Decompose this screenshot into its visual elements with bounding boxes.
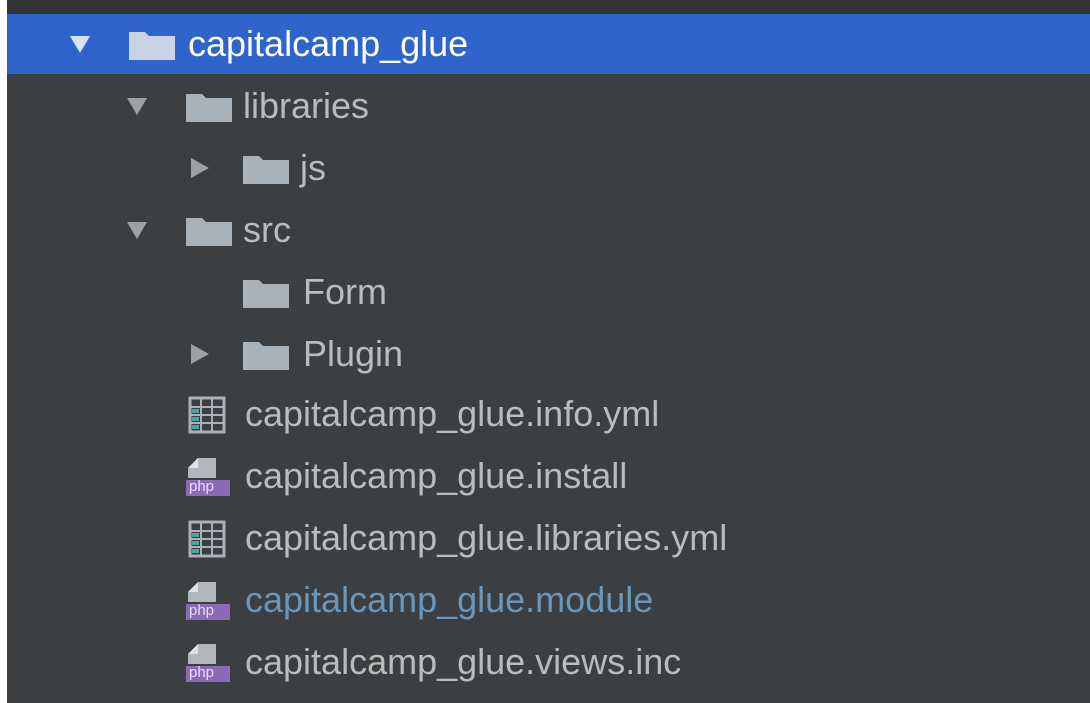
tree-node-label: capitalcamp_glue: [188, 23, 469, 64]
php-file-icon: php: [186, 582, 230, 620]
expand-arrow-down-icon[interactable]: [127, 222, 147, 239]
php-badge-label: php: [189, 602, 215, 619]
tree-node-install[interactable]: php capitalcamp_glue.install: [7, 446, 1090, 506]
folder-icon: [186, 92, 232, 122]
tree-node-label: libraries: [243, 85, 370, 126]
yml-file-icon: [186, 520, 230, 558]
tree-node-label: Plugin: [303, 333, 404, 374]
expand-arrow-down-icon[interactable]: [70, 36, 90, 53]
tree-node-info-yml[interactable]: capitalcamp_glue.info.yml: [7, 384, 1090, 444]
php-badge-label: php: [189, 478, 215, 495]
tree-node-form[interactable]: Form: [7, 262, 1090, 322]
yml-file-icon: [186, 396, 230, 434]
panel-top-edge: [7, 0, 1090, 14]
tree-node-label: capitalcamp_glue.libraries.yml: [245, 517, 728, 558]
tree-node-libraries-yml[interactable]: capitalcamp_glue.libraries.yml: [7, 508, 1090, 568]
folder-icon: [186, 216, 232, 246]
folder-icon: [243, 278, 289, 308]
tree-node-label: capitalcamp_glue.module: [245, 579, 654, 620]
folder-icon: [243, 340, 289, 370]
php-file-icon: php: [186, 458, 230, 496]
tree-node-js[interactable]: js: [7, 138, 1090, 198]
tree-node-label: Form: [303, 271, 387, 312]
project-tree-panel: capitalcamp_glue libraries js src Form P…: [7, 0, 1090, 703]
tree-node-label: capitalcamp_glue.install: [245, 455, 628, 496]
expand-arrow-down-icon[interactable]: [127, 98, 147, 115]
tree-node-label: capitalcamp_glue.info.yml: [245, 393, 660, 434]
tree-node-plugin[interactable]: Plugin: [7, 324, 1090, 384]
php-file-icon: php: [186, 644, 230, 682]
expand-arrow-right-icon[interactable]: [191, 158, 209, 178]
php-badge-label: php: [189, 664, 215, 681]
tree-node-module[interactable]: php capitalcamp_glue.module: [7, 570, 1090, 630]
tree-node-capitalcamp-glue[interactable]: capitalcamp_glue: [7, 14, 1090, 74]
folder-icon: [129, 30, 175, 60]
tree-node-src[interactable]: src: [7, 200, 1090, 260]
folder-icon: [243, 154, 289, 184]
tree-node-label: js: [300, 147, 326, 188]
tree-node-label: capitalcamp_glue.views.inc: [245, 641, 682, 682]
tree-node-label: src: [243, 209, 291, 250]
tree-node-libraries[interactable]: libraries: [7, 76, 1090, 136]
tree-node-views-inc[interactable]: php capitalcamp_glue.views.inc: [7, 632, 1090, 692]
expand-arrow-right-icon[interactable]: [191, 344, 209, 364]
